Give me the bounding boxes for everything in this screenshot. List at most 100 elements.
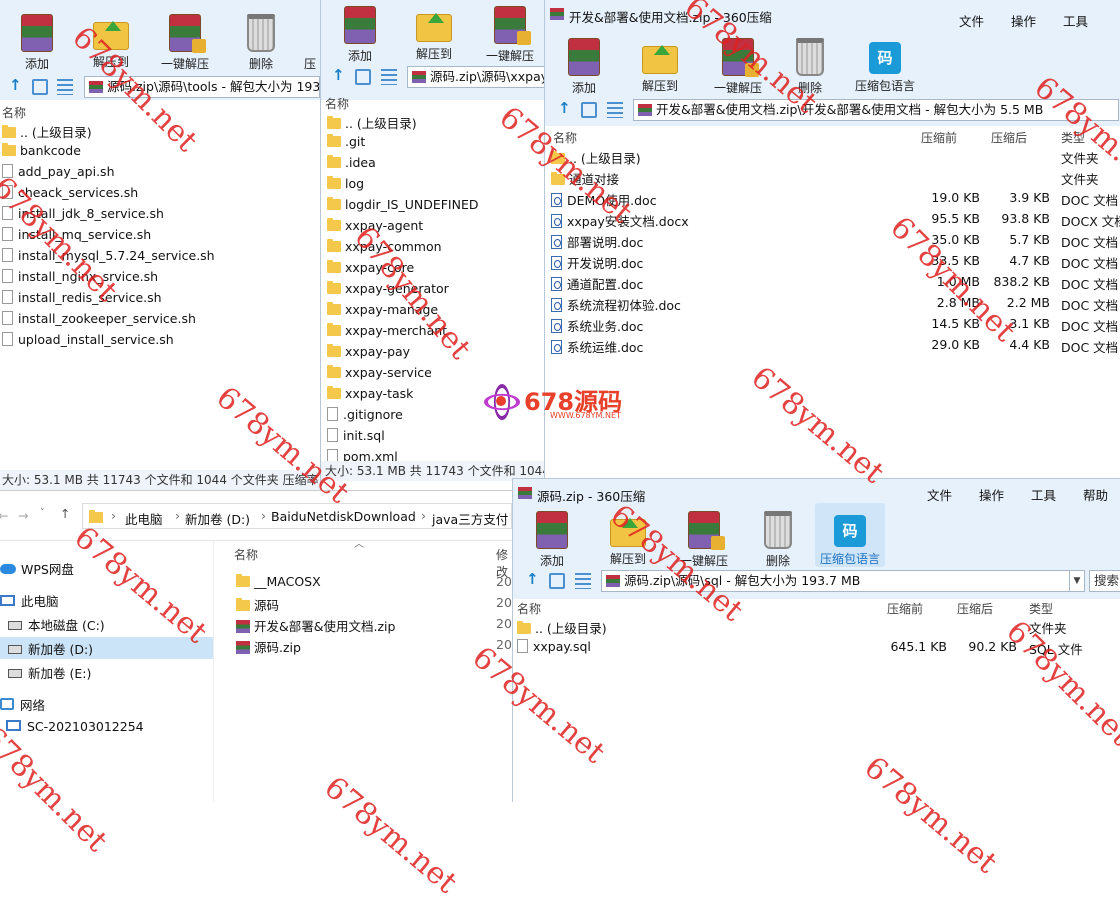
nav-sc-pc[interactable]: SC-202103012254	[0, 717, 213, 739]
crumb-download[interactable]: BaiduNetdiskDownload	[271, 509, 416, 524]
list-item[interactable]: xxpay-agent	[321, 216, 544, 237]
col-before[interactable]: 压缩前	[887, 600, 923, 617]
breadcrumb[interactable]: › 此电脑 › 新加卷 (D:) › BaiduNetdiskDownload …	[82, 503, 512, 529]
col-before[interactable]: 压缩前	[921, 129, 957, 146]
menu-help[interactable]: 帮助	[1083, 485, 1108, 504]
col-type[interactable]: 类型	[1061, 129, 1085, 146]
list-item[interactable]: .. (上级目录)	[0, 120, 320, 141]
add-button[interactable]: 添加	[323, 6, 397, 64]
table-row[interactable]: .. (上级目录) 文件夹	[513, 616, 1120, 637]
search-input[interactable]: 搜索	[1089, 570, 1120, 592]
list-icon[interactable]	[607, 102, 623, 118]
back-arrow-icon[interactable]: ←	[0, 508, 8, 523]
up-arrow-icon[interactable]: ↑	[60, 506, 70, 521]
one-click-extract-button[interactable]: 一键解压	[701, 38, 775, 96]
delete-button[interactable]: 删除	[741, 511, 815, 569]
menu-operate[interactable]: 操作	[1011, 11, 1036, 30]
add-button[interactable]: 添加	[515, 511, 589, 569]
up-arrow-icon[interactable]	[329, 66, 345, 85]
table-row[interactable]: 部署说明.doc 35.0 KB 5.7 KB DOC 文档	[545, 230, 1120, 251]
nav-wps[interactable]: WPS网盘	[0, 557, 213, 579]
path-input[interactable]: 源码.zip\源码\sql - 解包大小为 193.7 MB	[601, 570, 1073, 592]
add-button[interactable]: 添加	[0, 14, 74, 72]
view-icon[interactable]	[355, 69, 371, 85]
path-input[interactable]: 开发&部署&使用文档.zip\开发&部署&使用文档 - 解包大小为 5.5 MB	[633, 99, 1119, 121]
col-after[interactable]: 压缩后	[991, 129, 1027, 146]
extract-to-button[interactable]: 解压到	[74, 14, 148, 70]
delete-button[interactable]: 删除	[773, 38, 847, 96]
up-arrow-icon[interactable]	[555, 99, 571, 118]
list-item[interactable]: install_jdk_8_service.sh	[0, 204, 320, 225]
table-row[interactable]: 源码.zip 202	[214, 635, 512, 656]
list-item[interactable]: install_redis_service.sh	[0, 288, 320, 309]
list-item[interactable]: init.sql	[321, 426, 544, 447]
table-row[interactable]: xxpay.sql 645.1 KB 90.2 KB SQL 文件	[513, 637, 1120, 658]
table-row[interactable]: __MACOSX 202	[214, 572, 512, 593]
list-item[interactable]: install_nginx_srvice.sh	[0, 267, 320, 288]
table-row[interactable]: 通道配置.doc 1.0 MB 838.2 KB DOC 文档	[545, 272, 1120, 293]
path-input[interactable]: 源码.zip\源码\tools - 解包大小为 193.	[84, 76, 320, 98]
list-icon[interactable]	[57, 79, 73, 95]
list-icon[interactable]	[575, 573, 591, 589]
one-click-extract-button[interactable]: 一键解压	[667, 511, 741, 569]
list-item[interactable]: xxpay-common	[321, 237, 544, 258]
col-name[interactable]: 名称	[325, 95, 349, 112]
list-item[interactable]: bankcode	[0, 141, 320, 162]
nav-drive-d[interactable]: 新加卷 (D:)	[0, 637, 213, 659]
table-row[interactable]: .. (上级目录) 文件夹	[545, 146, 1120, 167]
nav-network[interactable]: 网络	[0, 693, 213, 715]
view-icon[interactable]	[32, 79, 48, 95]
list-item[interactable]: logdir_IS_UNDEFINED	[321, 195, 544, 216]
compress-button[interactable]: 压	[300, 14, 320, 72]
list-item[interactable]: xxpay-merchant	[321, 321, 544, 342]
col-type[interactable]: 类型	[1029, 600, 1053, 617]
extract-to-button[interactable]: 解压到	[397, 6, 471, 62]
list-item[interactable]: add_pay_api.sh	[0, 162, 320, 183]
one-click-extract-button[interactable]: 一键解压	[148, 14, 222, 72]
path-input[interactable]: 源码.zip\源码\xxpay	[407, 66, 544, 88]
table-row[interactable]: 系统业务.doc 14.5 KB 3.1 KB DOC 文档	[545, 314, 1120, 335]
col-name[interactable]: 名称	[553, 129, 577, 146]
list-item[interactable]: log	[321, 174, 544, 195]
extract-to-button[interactable]: 解压到	[623, 38, 697, 94]
col-after[interactable]: 压缩后	[957, 600, 993, 617]
list-item[interactable]: upload_install_service.sh	[0, 330, 320, 351]
list-item[interactable]: install_zookeeper_service.sh	[0, 309, 320, 330]
forward-arrow-icon[interactable]: →	[18, 508, 28, 523]
up-arrow-icon[interactable]	[523, 570, 539, 589]
menu-file[interactable]: 文件	[959, 11, 984, 30]
list-item[interactable]: .. (上级目录)	[321, 111, 544, 132]
table-row[interactable]: 系统运维.doc 29.0 KB 4.4 KB DOC 文档	[545, 335, 1120, 356]
list-item[interactable]: .idea	[321, 153, 544, 174]
menu-file[interactable]: 文件	[927, 485, 952, 504]
one-click-extract-button[interactable]: 一键解压	[473, 6, 544, 64]
archive-language-button[interactable]: 码压缩包语言	[847, 38, 923, 94]
col-name[interactable]: 名称	[2, 104, 26, 121]
table-row[interactable]: DEMO使用.doc 19.0 KB 3.9 KB DOC 文档	[545, 188, 1120, 209]
table-row[interactable]: 开发&部署&使用文档.zip 202	[214, 614, 512, 635]
dropdown-button[interactable]: ▼	[1069, 570, 1085, 592]
table-row[interactable]: 开发说明.doc 33.5 KB 4.7 KB DOC 文档	[545, 251, 1120, 272]
table-row[interactable]: 源码 202	[214, 593, 512, 614]
list-item[interactable]: install_mysql_5.7.24_service.sh	[0, 246, 320, 267]
add-button[interactable]: 添加	[547, 38, 621, 96]
up-arrow-icon[interactable]	[6, 76, 22, 95]
view-icon[interactable]	[581, 102, 597, 118]
list-item[interactable]: install_mq_service.sh	[0, 225, 320, 246]
list-item[interactable]: xxpay-manage	[321, 300, 544, 321]
menu-tools[interactable]: 工具	[1063, 11, 1088, 30]
archive-language-button[interactable]: 码压缩包语言	[815, 503, 885, 567]
extract-to-button[interactable]: 解压到	[591, 511, 665, 567]
list-item[interactable]: xxpay-core	[321, 258, 544, 279]
menu-operate[interactable]: 操作	[979, 485, 1004, 504]
list-item[interactable]: xxpay-pay	[321, 342, 544, 363]
table-row[interactable]: 通道对接 文件夹	[545, 167, 1120, 188]
nav-drive-c[interactable]: 本地磁盘 (C:)	[0, 613, 213, 635]
list-item[interactable]: cheack_services.sh	[0, 183, 320, 204]
col-name[interactable]: 名称	[517, 600, 541, 617]
view-icon[interactable]	[549, 573, 565, 589]
table-row[interactable]: xxpay安装文档.docx 95.5 KB 93.8 KB DOCX 文档	[545, 209, 1120, 230]
nav-drive-e[interactable]: 新加卷 (E:)	[0, 661, 213, 683]
chevron-down-icon[interactable]: ˅	[40, 508, 45, 518]
list-item[interactable]: xxpay-generator	[321, 279, 544, 300]
